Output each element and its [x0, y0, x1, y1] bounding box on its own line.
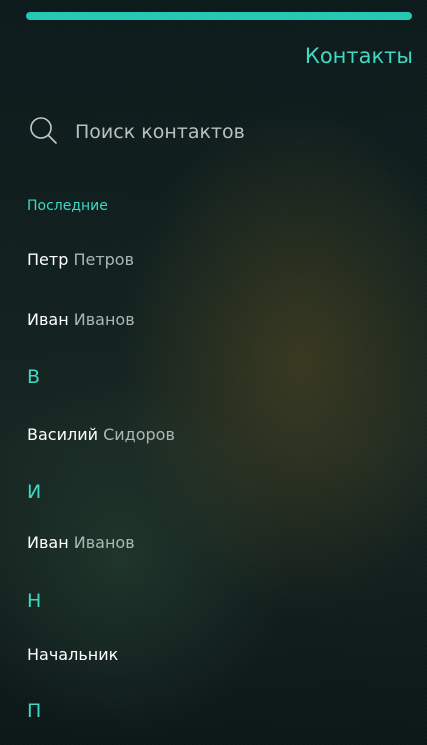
search-input[interactable] [75, 121, 365, 143]
section-header-letter: И [27, 481, 42, 503]
contact-first-name: Петр [27, 250, 69, 269]
contact-first-name: Иван [27, 533, 69, 552]
contact-item[interactable]: Иван Иванов [27, 310, 135, 329]
contact-last-name: Сидоров [103, 425, 175, 444]
contacts-page: Контакты Последние Петр Петров Иван Иван… [0, 0, 427, 745]
section-header-letter: В [27, 366, 41, 388]
pulley-menu-indicator[interactable] [26, 12, 412, 20]
contact-last-name: Петров [73, 250, 135, 269]
contact-item[interactable]: Начальник [27, 645, 118, 664]
search-field[interactable] [28, 112, 408, 152]
section-header-recent: Последние [27, 198, 108, 214]
contact-first-name: Иван [27, 310, 69, 329]
section-header-letter: Н [27, 590, 42, 612]
contact-item[interactable]: Иван Иванов [27, 533, 135, 552]
contact-first-name: Василий [27, 425, 98, 444]
contact-first-name: Начальник [27, 645, 119, 664]
page-title: Контакты [304, 44, 413, 68]
contact-item[interactable]: Василий Сидоров [27, 425, 175, 444]
contact-last-name: Иванов [73, 533, 135, 552]
contact-last-name: Иванов [73, 310, 135, 329]
search-icon [28, 115, 62, 149]
section-header-letter: П [27, 700, 42, 722]
contact-item[interactable]: Петр Петров [27, 250, 134, 269]
